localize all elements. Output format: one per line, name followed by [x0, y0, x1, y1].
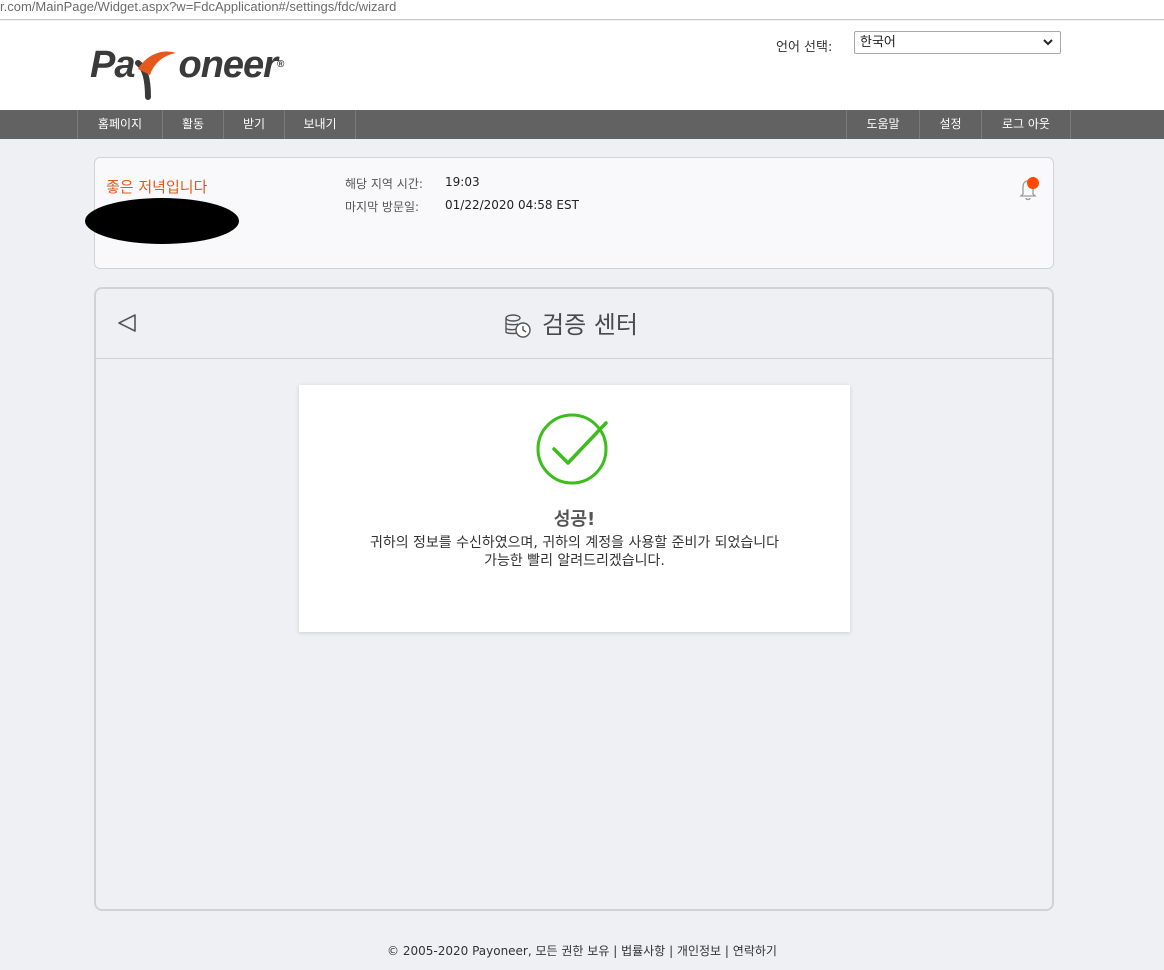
last-visit-label: 마지막 방문일:: [345, 200, 420, 214]
payoneer-logo[interactable]: Pa oneer®: [90, 43, 284, 100]
greeting-text: 좋은 저녁입니다: [106, 178, 208, 196]
nav-send[interactable]: 보내기: [284, 110, 356, 139]
redacted-name: [85, 198, 239, 244]
success-panel: 성공! 귀하의 정보를 수신하였으며, 귀하의 계정을 사용할 준비가 되었습니…: [299, 385, 850, 632]
local-time-value: 19:03: [445, 175, 480, 189]
last-visit-value: 01/22/2020 04:58 EST: [445, 198, 579, 212]
nav-home[interactable]: 홈페이지: [77, 110, 162, 139]
verification-center-card: 검증 센터 성공! 귀하의 정보를 수신하였으며, 귀하의 계정을 사용할 준비…: [94, 287, 1054, 911]
url-text: r.com/MainPage/Widget.aspx?w=FdcApplicat…: [0, 0, 397, 14]
greeting-card: 좋은 저녁입니다 해당 지역 시간: 19:03 마지막 방문일: 01/22/…: [85, 157, 1054, 269]
footer-link-contact[interactable]: 연락하기: [733, 944, 777, 958]
bell-icon[interactable]: [1017, 176, 1041, 202]
nav-help[interactable]: 도움말: [846, 110, 919, 139]
coins-clock-icon: [504, 313, 532, 347]
logo-swoosh-icon: [135, 51, 177, 100]
chevron-down-icon: [1042, 32, 1054, 60]
verification-header: 검증 센터: [96, 289, 1052, 359]
browser-url-bar[interactable]: r.com/MainPage/Widget.aspx?w=FdcApplicat…: [0, 0, 1164, 20]
last-visit-row: 마지막 방문일: 01/22/2020 04:58 EST: [345, 198, 579, 215]
main-nav: 홈페이지 활동 받기 보내기 도움말 설정 로그 아웃: [0, 110, 1164, 139]
nav-activity[interactable]: 활동: [162, 110, 223, 139]
local-time-row: 해당 지역 시간: 19:03: [345, 175, 480, 192]
success-message-line2: 가능한 빨리 알려드리겠습니다.: [484, 553, 665, 569]
nav-settings[interactable]: 설정: [919, 110, 981, 139]
language-label: 언어 선택:: [776, 40, 833, 55]
success-message-line1: 귀하의 정보를 수신하였으며, 귀하의 계정을 사용할 준비가 되었습니다: [369, 535, 780, 551]
success-message: 귀하의 정보를 수신하였으며, 귀하의 계정을 사용할 준비가 되었습니다 가능…: [299, 534, 850, 570]
footer: © 2005-2020 Payoneer, 모든 권한 보유 | 법률사항 | …: [387, 944, 777, 958]
footer-link-privacy[interactable]: 개인정보: [677, 944, 721, 958]
footer-link-legal[interactable]: 법률사항: [621, 944, 665, 958]
success-title: 성공!: [553, 509, 596, 530]
header: Pa oneer® 언어 선택: 한국어: [0, 21, 1164, 110]
local-time-label: 해당 지역 시간:: [345, 177, 423, 191]
language-selected-value: 한국어: [860, 35, 896, 50]
back-arrow-icon[interactable]: [116, 311, 138, 335]
nav-logout[interactable]: 로그 아웃: [981, 110, 1071, 139]
nav-receive[interactable]: 받기: [223, 110, 284, 139]
language-select[interactable]: 한국어: [854, 31, 1061, 54]
footer-copyright: © 2005-2020 Payoneer, 모든 권한 보유: [387, 944, 610, 958]
success-check-icon: [536, 411, 612, 490]
